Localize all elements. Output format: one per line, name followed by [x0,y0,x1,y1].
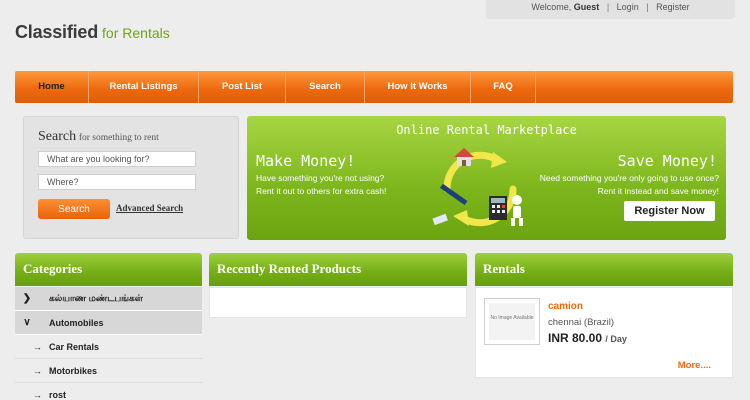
search-subheading: for something to rent [78,133,159,143]
make-money-line: Have something you're not using? [256,173,385,183]
make-money-line: Rent it out to others for extra cash! [256,186,387,196]
recent-products-list [209,287,467,318]
make-money-heading: Make Money! [256,152,356,170]
welcome-text: Welcome, [531,2,572,12]
search-heading: Search [38,129,77,144]
banner-title: Online Rental Marketplace [396,123,577,137]
what-input[interactable] [38,151,196,167]
save-money-text: Need something you're only going to use … [540,172,719,198]
logo-sub-text: for Rentals [102,25,170,41]
where-input[interactable] [38,174,196,190]
username: Guest [573,2,600,12]
register-link[interactable]: Register [656,2,690,12]
save-money-line: Rent it instead and save money! [597,186,719,196]
category-label: Automobiles [49,317,104,328]
save-money-heading: Save Money! [617,152,717,170]
separator: | [646,2,649,12]
make-money-text: Have something you're not using? Rent it… [256,172,386,198]
arrow-right-icon: → [33,365,42,376]
rentals-list: No Image Available camion chennai (Brazi… [475,287,733,378]
advanced-search-link[interactable]: Advanced Search [116,203,183,213]
user-bar: Welcome, Guest | Login | Register [486,0,735,19]
arrow-right-icon: → [33,341,42,352]
rental-thumbnail[interactable]: No Image Available [484,298,540,345]
nav-how-it-works[interactable]: How It Works [365,71,471,103]
subcategory-item[interactable]: → rost [15,383,202,400]
subcategory-label: rost [49,389,67,400]
subcategory-label: Car Rentals [49,341,100,352]
marketplace-banner: Online Rental Marketplace Make Money! Ha… [247,116,726,240]
search-button[interactable]: Search [38,199,110,219]
site-logo[interactable]: Classified for Rentals [15,22,170,43]
rental-title-link[interactable]: camion [548,301,583,312]
login-link[interactable]: Login [617,2,639,12]
nav-home[interactable]: Home [15,71,89,103]
subcategory-label: Motorbikes [49,365,98,376]
register-now-button[interactable]: Register Now [624,201,715,221]
search-panel: Search for something to rent Search Adva… [23,116,239,239]
no-image-placeholder: No Image Available [489,303,535,340]
more-rentals-link[interactable]: More.... [678,360,711,371]
subcategory-item[interactable]: → Motorbikes [15,359,202,383]
category-item[interactable]: ❯ கல்யாண மண்டபங்கள் [15,287,202,311]
rental-cycle-illustration [432,148,523,227]
subcategory-item[interactable]: → Car Rentals [15,335,202,359]
chevron-down-icon: ∨ [23,317,31,328]
search-title: Search for something to rent [38,129,159,145]
rental-price: INR 80.00 / Day [548,331,627,345]
nav-search[interactable]: Search [286,71,365,103]
rentals-heading: Rentals [475,253,733,286]
rental-location: chennai (Brazil) [548,317,614,328]
nav-rental-listings[interactable]: Rental Listings [89,71,199,103]
categories-list: ❯ கல்யாண மண்டபங்கள் ∨ Automobiles → Car … [15,287,202,400]
category-item-automobiles[interactable]: ∨ Automobiles [15,311,202,335]
price-amount: INR 80.00 [548,331,603,345]
category-label: கல்யாண மண்டபங்கள் [49,292,143,303]
save-money-line: Need something you're only going to use … [539,173,719,183]
logo-main-text: Classified [15,22,99,42]
separator: | [606,2,610,12]
nav-post-list[interactable]: Post List [199,71,286,103]
price-period: / Day [605,334,627,344]
main-nav: Home Rental Listings Post List Search Ho… [15,71,733,103]
nav-faq[interactable]: FAQ [471,71,536,103]
chevron-right-icon: ❯ [22,293,32,304]
categories-heading: Categories [15,253,202,286]
recent-heading: Recently Rented Products [209,253,467,286]
arrow-right-icon: → [33,389,42,400]
